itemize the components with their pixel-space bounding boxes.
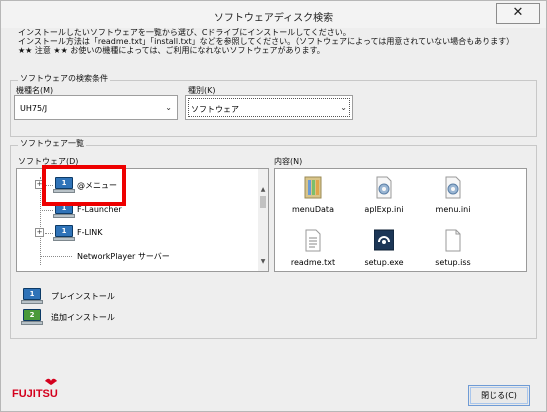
type-value: ソフトウェア bbox=[191, 105, 239, 114]
chevron-down-icon: ⌄ bbox=[340, 103, 347, 112]
software-list-label: ソフトウェア一覧 bbox=[18, 138, 86, 149]
file-item[interactable]: aplExp.ini bbox=[356, 176, 412, 214]
file-name: setup.iss bbox=[435, 258, 471, 267]
tree-item-f-link[interactable]: + 1 F-LINK bbox=[17, 224, 257, 242]
base bbox=[53, 237, 75, 241]
base bbox=[21, 321, 43, 325]
fujitsu-logo: FUJITSU bbox=[12, 378, 58, 400]
file-item[interactable]: menu.ini bbox=[425, 176, 481, 214]
contents-view: menuData aplExp.ini menu.ini readme.txt … bbox=[274, 168, 527, 272]
title-bar: ソフトウェアディスク検索 ✕ bbox=[1, 1, 546, 28]
legend-label: 追加インストール bbox=[51, 313, 115, 322]
model-name-select[interactable]: UH75/J ⌄ bbox=[14, 95, 178, 120]
highlight-box bbox=[42, 165, 126, 206]
base bbox=[21, 300, 43, 304]
scroll-up-icon[interactable]: ▲ bbox=[258, 185, 268, 195]
contents-label: 内容(N) bbox=[274, 157, 303, 166]
file-name: setup.exe bbox=[364, 258, 404, 267]
tree-scrollbar[interactable]: ▲ ▼ bbox=[258, 169, 268, 271]
setup-exe-icon bbox=[373, 229, 395, 251]
window-close-button[interactable]: ✕ bbox=[496, 3, 540, 24]
folder-icon bbox=[304, 176, 322, 199]
scroll-thumb[interactable] bbox=[260, 196, 266, 208]
tree-item-label: NetworkPlayer サーバー bbox=[77, 252, 170, 261]
blank-file-icon bbox=[445, 229, 461, 252]
legend-label: プレインストール bbox=[51, 292, 115, 301]
window-title: ソフトウェアディスク検索 bbox=[213, 13, 334, 24]
tree-branch bbox=[45, 233, 53, 234]
instruction-line-2: インストール方法は「readme.txt」「install.txt」などを参照し… bbox=[18, 37, 515, 46]
instruction-line-1: インストールしたいソフトウェアを一覧から選び、Cドライブにインストールしてくださ… bbox=[18, 28, 351, 37]
tree-branch bbox=[40, 256, 72, 257]
legend-add-install: 2 追加インストール bbox=[21, 309, 161, 325]
file-item[interactable]: setup.exe bbox=[356, 229, 412, 267]
screen: 1 bbox=[55, 225, 73, 237]
file-name: menu.ini bbox=[435, 205, 471, 214]
file-name: aplExp.ini bbox=[364, 205, 404, 214]
tree-branch bbox=[40, 210, 53, 211]
instructions: インストールしたいソフトウェアを一覧から選び、Cドライブにインストールしてくださ… bbox=[18, 28, 538, 55]
settings-file-icon bbox=[376, 176, 392, 199]
screen: 1 bbox=[23, 288, 41, 300]
preinstall-computer-icon: 1 bbox=[21, 288, 43, 304]
model-name-value: UH75/J bbox=[20, 104, 48, 113]
file-name: menuData bbox=[292, 205, 334, 214]
file-item[interactable]: menuData bbox=[285, 176, 341, 214]
close-dialog-button[interactable]: 閉じる(C) bbox=[468, 385, 530, 406]
settings-file-icon bbox=[445, 176, 461, 199]
file-item[interactable]: readme.txt bbox=[285, 229, 341, 267]
scroll-down-icon[interactable]: ▼ bbox=[258, 257, 268, 267]
file-name: readme.txt bbox=[290, 258, 336, 267]
text-file-icon bbox=[305, 229, 321, 252]
legend-preinstall: 1 プレインストール bbox=[21, 288, 161, 304]
expand-icon[interactable]: + bbox=[35, 228, 44, 237]
screen: 2 bbox=[23, 309, 41, 321]
search-conditions-label: ソフトウェアの検索条件 bbox=[18, 73, 110, 84]
tree-item-networkplayer[interactable]: NetworkPlayer サーバー bbox=[17, 247, 257, 265]
instruction-line-3: ★★ 注意 ★★ お使いの機種によっては、ご利用になれないソフトウェアがあります… bbox=[18, 46, 325, 55]
svg-text:FUJITSU: FUJITSU bbox=[12, 388, 58, 400]
chevron-down-icon: ⌄ bbox=[165, 103, 172, 112]
tree-item-label: F-LINK bbox=[77, 228, 103, 237]
base bbox=[53, 214, 75, 218]
file-item[interactable]: setup.iss bbox=[425, 229, 481, 267]
type-select[interactable]: ソフトウェア ⌄ bbox=[185, 95, 353, 120]
add-install-computer-icon: 2 bbox=[21, 309, 43, 325]
preinstall-computer-icon: 1 bbox=[53, 225, 75, 241]
software-disk-search-window: ソフトウェアディスク検索 ✕ インストールしたいソフトウェアを一覧から選び、Cド… bbox=[0, 0, 547, 412]
tree-item-label: F-Launcher bbox=[77, 205, 122, 214]
